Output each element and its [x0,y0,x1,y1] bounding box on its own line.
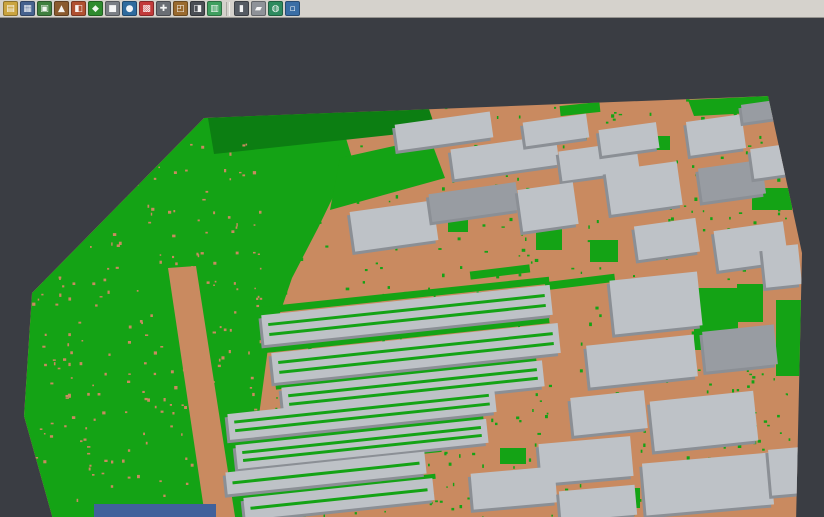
import-cloud-icon[interactable]: ▣ [37,1,52,16]
help-icon[interactable]: ▫ [285,1,300,16]
print-icon[interactable]: ▰ [251,1,266,16]
3d-viewport[interactable] [0,18,824,517]
fullscreen-icon[interactable]: ◨ [190,1,205,16]
crop-icon[interactable]: ◰ [173,1,188,16]
save-icon[interactable]: ▦ [20,1,35,16]
vegetation-layer-icon[interactable]: ◆ [88,1,103,16]
texture-layer-icon[interactable]: ◧ [71,1,86,16]
scene-svg [0,18,824,517]
open-project-icon[interactable]: ▤ [3,1,18,16]
palette-icon[interactable]: ▩ [139,1,154,16]
building-layer-icon[interactable]: ■ [105,1,120,16]
settings-icon[interactable]: ✚ [156,1,171,16]
toolbar-separator [226,2,230,16]
measure-icon[interactable]: ◍ [268,1,283,16]
terrain-model-icon[interactable]: ▲ [54,1,69,16]
globe-icon[interactable]: ● [122,1,137,16]
toolbar: ▤▦▣▲◧◆■●▩✚◰◨▥ ▮▰◍▫ [0,0,824,18]
grid-icon[interactable]: ▥ [207,1,222,16]
camera-icon[interactable]: ▮ [234,1,249,16]
